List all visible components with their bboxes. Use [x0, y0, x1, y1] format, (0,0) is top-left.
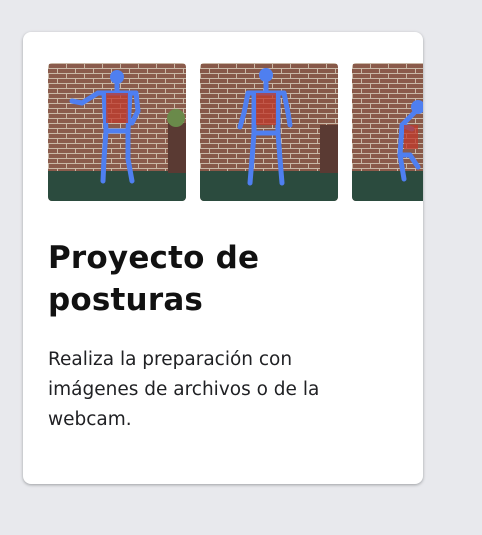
card-description: Realiza la preparación con imágenes de a…	[48, 349, 320, 430]
card-title: Proyecto de posturas	[48, 240, 260, 318]
pose-image-3	[352, 63, 423, 201]
thumbnail-strip	[48, 63, 423, 201]
pose-thumbnail-2	[200, 63, 338, 201]
pose-image-1	[48, 63, 186, 201]
pose-thumbnail-3	[352, 63, 423, 201]
pose-project-card[interactable]: Proyecto de posturas Realiza la preparac…	[23, 32, 423, 484]
pose-image-2	[200, 63, 338, 201]
pose-thumbnail-1	[48, 63, 186, 201]
